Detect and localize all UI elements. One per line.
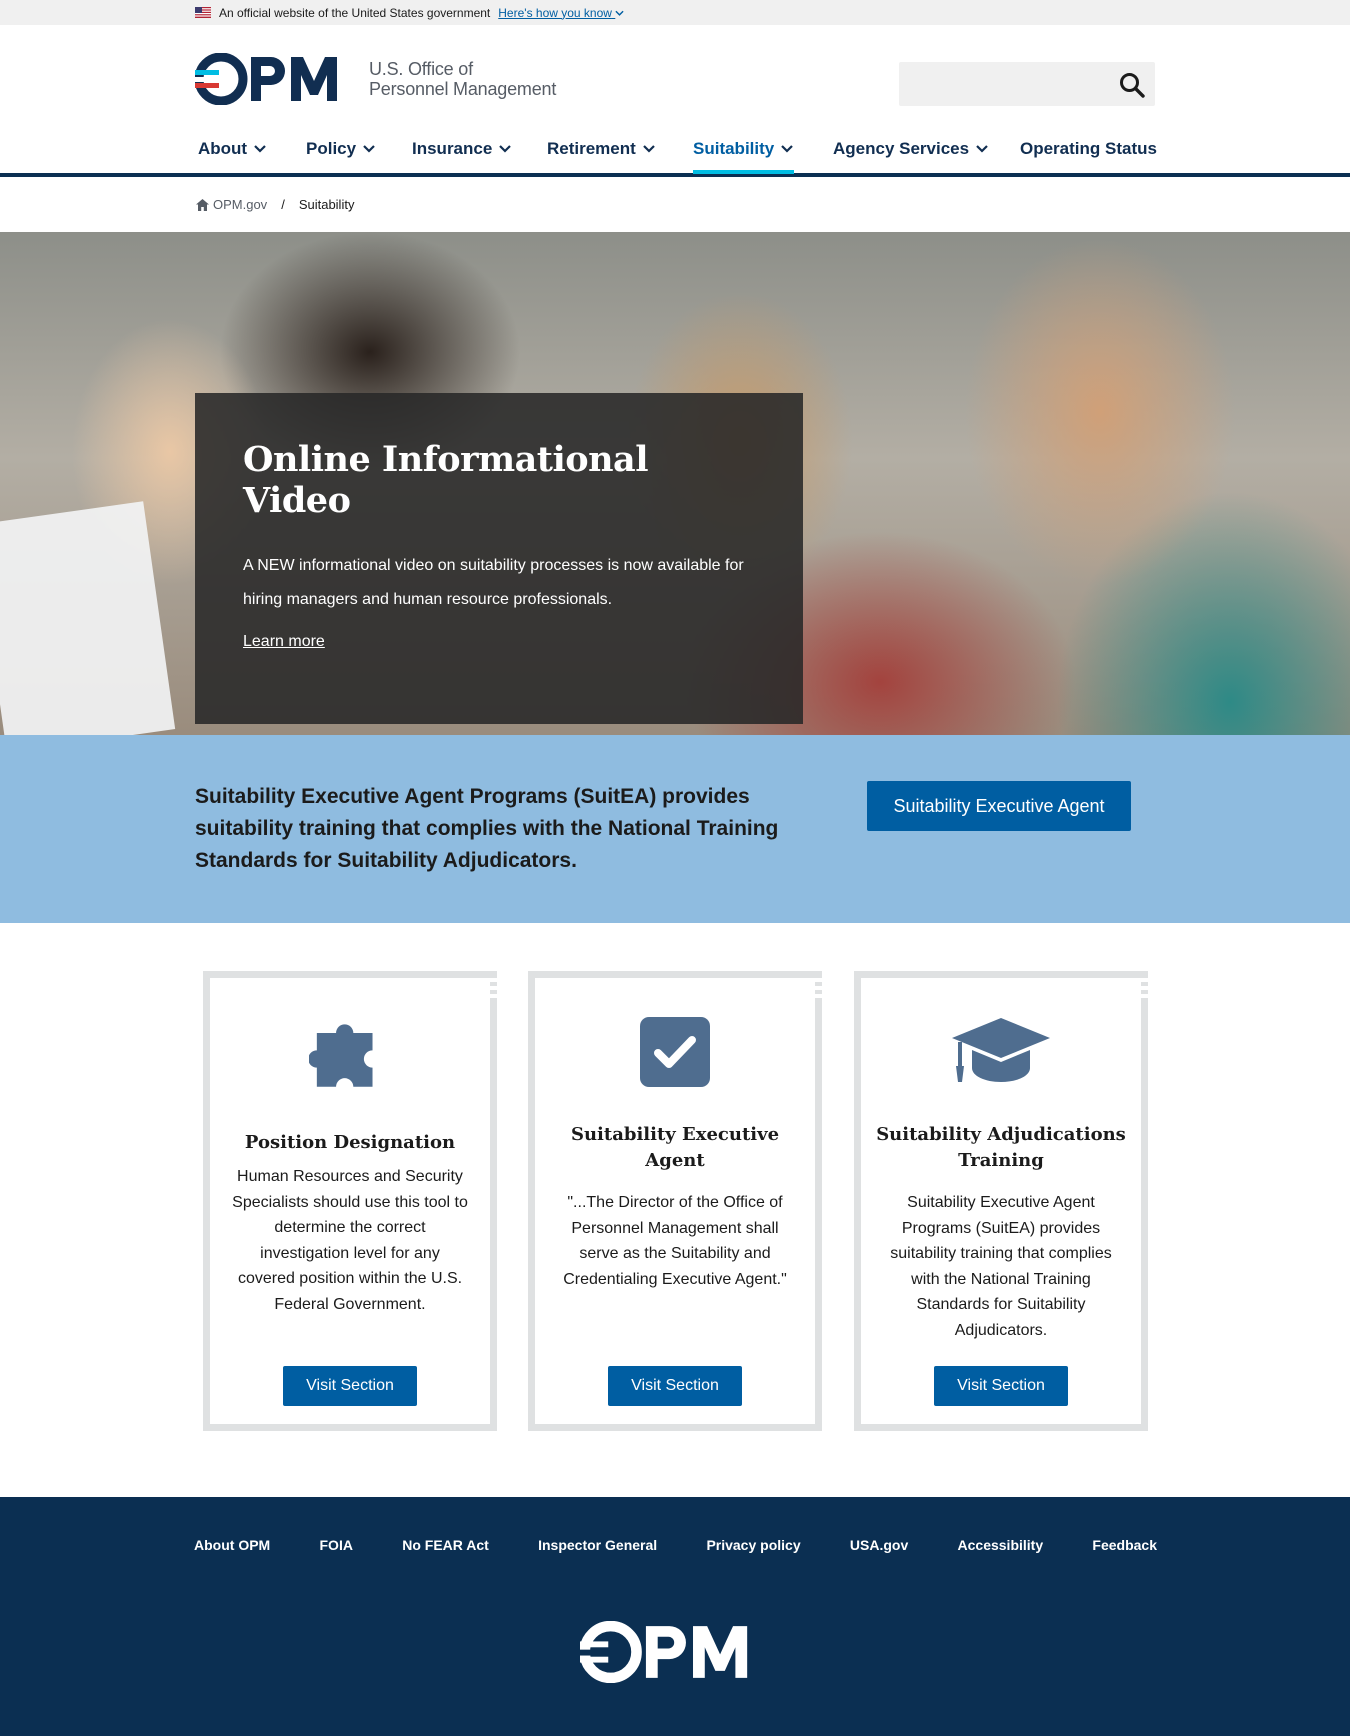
graduation-cap-icon [952,1018,1050,1082]
opm-logo[interactable]: U.S. Office of Personnel Management [195,53,556,105]
card-body: Human Resources and Security Specialists… [232,1168,468,1313]
site-footer: About OPM FOIA No FEAR Act Inspector Gen… [0,1497,1350,1736]
nav-policy[interactable]: Policy [306,139,376,159]
chevron-down-icon [781,145,794,153]
nav-suitability[interactable]: Suitability [693,139,795,174]
search-input[interactable] [899,62,1155,106]
footer-link-foia[interactable]: FOIA [320,1537,353,1553]
search-icon[interactable] [1119,72,1145,98]
promo-text: Suitability Executive Agent Programs (Su… [195,785,779,872]
main-nav: About Policy Insurance Retirement Suitab… [0,127,1350,177]
nav-insurance-label: Insurance [412,139,493,158]
card-icon-wrap [210,1016,490,1090]
hero-photo [0,501,176,735]
nav-insurance[interactable]: Insurance [412,139,512,159]
breadcrumb-current: Suitability [298,197,355,212]
chevron-down-icon [615,10,624,16]
chevron-down-icon [643,145,655,153]
suitability-executive-agent-button[interactable]: Suitability Executive Agent [867,781,1131,831]
chevron-down-icon [976,145,988,153]
breadcrumb-home[interactable]: OPM.gov [196,197,267,212]
card-suitability-adjudications-training: Suitability Adjudications Training Suita… [854,971,1148,1431]
hero-title: Online Informational Video [243,439,649,521]
opm-logo-mark-icon [195,53,337,105]
nav-retirement[interactable]: Retirement [547,139,656,159]
agency-name: U.S. Office of Personnel Management [369,59,556,99]
footer-link-no-fear-act[interactable]: No FEAR Act [402,1537,489,1553]
visit-section-button[interactable]: Visit Section [934,1366,1068,1406]
footer-links: About OPM FOIA No FEAR Act Inspector Gen… [194,1537,1157,1553]
nav-agency-services-label: Agency Services [833,139,970,158]
visit-section-button[interactable]: Visit Section [608,1366,742,1406]
hero-card: Online Informational Video A NEW informa… [195,393,803,724]
hero-banner: Online Informational Video A NEW informa… [0,232,1350,735]
footer-link-accessibility[interactable]: Accessibility [958,1537,1044,1553]
agency-name-line1: U.S. Office of [369,59,473,79]
card-suitability-executive-agent: Suitability Executive Agent "...The Dire… [528,971,822,1431]
home-icon [196,198,209,211]
site-header: U.S. Office of Personnel Management [0,25,1350,127]
breadcrumb-home-label: OPM.gov [213,197,268,212]
nav-agency-services[interactable]: Agency Services [833,139,989,159]
footer-link-feedback[interactable]: Feedback [1092,1537,1157,1553]
nav-operating-status-label: Operating Status [1020,139,1157,158]
nav-about[interactable]: About [198,139,267,159]
promo-band: Suitability Executive Agent Programs (Su… [0,735,1350,923]
visit-section-button[interactable]: Visit Section [283,1366,417,1406]
breadcrumb: OPM.gov / Suitability [0,177,1350,232]
card-icon-wrap [861,1016,1141,1090]
us-flag-icon [195,7,211,18]
card-body: "...The Director of the Office of Person… [563,1194,787,1288]
card-body: Suitability Executive Agent Programs (Su… [890,1194,1112,1339]
footer-link-usa-gov[interactable]: USA.gov [850,1537,908,1553]
nav-about-label: About [198,139,248,158]
puzzle-piece-icon [309,1024,373,1087]
hero-text: A NEW informational video on suitability… [243,557,744,608]
how-you-know-label: Here's how you know [498,5,612,20]
nav-retirement-label: Retirement [547,139,636,158]
nav-policy-label: Policy [306,139,357,158]
nav-operating-status[interactable]: Operating Status [1020,139,1157,159]
agency-name-line2: Personnel Management [369,79,557,99]
chevron-down-icon [499,145,512,153]
card-icon-wrap [535,1016,815,1090]
card-title: Position Designation [244,1132,456,1153]
gov-banner: An official website of the United States… [0,0,1350,25]
check-square-icon [640,1017,710,1087]
chevron-down-icon [363,145,375,153]
card-title: Suitability Adjudications Training [876,1124,1126,1171]
card-title: Suitability Executive Agent [570,1124,780,1171]
footer-link-about-opm[interactable]: About OPM [194,1537,270,1553]
gov-banner-text: An official website of the United States… [219,5,491,20]
card-position-designation: Position Designation Human Resources and… [203,971,497,1431]
footer-opm-logo-icon[interactable] [580,1621,766,1683]
how-you-know-link[interactable]: Here's how you know [498,6,624,20]
chevron-down-icon [254,145,266,153]
footer-link-privacy-policy[interactable]: Privacy policy [706,1537,800,1553]
breadcrumb-separator: / [281,197,285,212]
nav-suitability-label: Suitability [693,139,775,158]
learn-more-link[interactable]: Learn more [243,633,325,651]
card-section: Position Designation Human Resources and… [0,923,1350,1497]
footer-link-inspector-general[interactable]: Inspector General [538,1537,657,1553]
